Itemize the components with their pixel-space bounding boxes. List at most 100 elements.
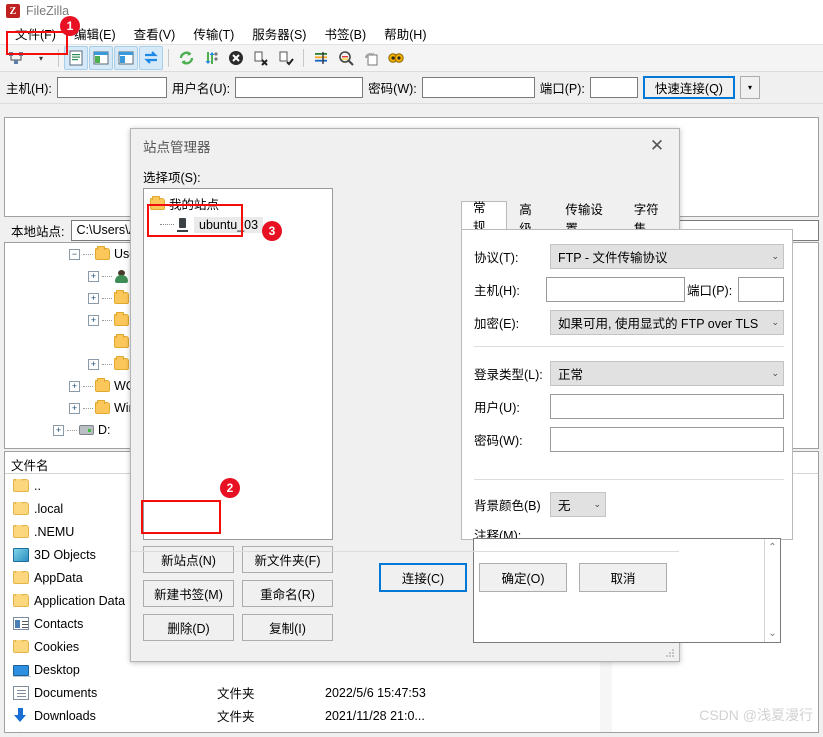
toolbar-separator-2 <box>168 49 169 67</box>
expand-icon[interactable]: + <box>88 292 99 304</box>
folder-icon <box>114 290 129 304</box>
logon-type-select[interactable]: 正常 ⌄ <box>550 361 784 386</box>
scroll-down-icon[interactable]: ⌄ <box>765 628 780 639</box>
site-tree-item-my-sites[interactable]: 我的站点 <box>150 193 332 214</box>
folder-icon <box>114 334 129 348</box>
quick-connect-button[interactable]: 快速连接(Q) <box>642 76 735 99</box>
toggle-remote-tree-icon[interactable] <box>114 46 138 70</box>
tab-transfer-settings[interactable]: 传输设置 <box>553 203 622 236</box>
find-files-icon[interactable] <box>384 46 408 70</box>
file-name-label: Documents <box>34 685 98 700</box>
expand-icon[interactable]: + <box>88 358 99 370</box>
downloads-icon <box>13 708 29 723</box>
expand-icon[interactable]: + <box>53 424 64 436</box>
expand-icon[interactable]: + <box>69 402 80 414</box>
chevron-down-icon: ⌄ <box>593 499 601 509</box>
resize-grip-icon[interactable] <box>665 648 675 658</box>
tab-charset[interactable]: 字符集 <box>621 203 679 236</box>
quickconnect-password-input[interactable] <box>421 77 535 98</box>
scroll-up-icon[interactable]: ⌃ <box>765 542 780 553</box>
encryption-select[interactable]: 如果可用, 使用显式的 FTP over TLS ⌄ <box>550 310 784 335</box>
tree-line <box>67 429 77 431</box>
user-input[interactable] <box>550 394 784 419</box>
password-input[interactable] <box>550 427 784 452</box>
menu-item-server[interactable]: 服务器(S) <box>243 22 315 45</box>
file-row[interactable]: Documents 文件夹 2022/5/6 15:47:53 <box>5 681 818 704</box>
quickconnect-host-input[interactable] <box>56 77 167 98</box>
cancel-icon[interactable] <box>224 46 248 70</box>
comments-scrollbar[interactable]: ⌃ ⌄ <box>764 539 780 642</box>
rename-button[interactable]: 重命名(R) <box>242 580 333 607</box>
window-title: FileZilla <box>26 4 70 18</box>
site-tree-item-label: ubuntu_03 <box>194 216 264 233</box>
menu-item-file[interactable]: 文件(F) <box>6 22 65 45</box>
new-bookmark-button[interactable]: 新建书签(M) <box>143 580 234 607</box>
sync-browsing-icon[interactable] <box>359 46 383 70</box>
filezilla-logo-icon: Z <box>6 4 20 18</box>
file-name-label: Application Data <box>34 593 126 608</box>
port-input[interactable] <box>738 277 784 302</box>
expand-icon[interactable]: + <box>88 314 99 326</box>
folder-icon <box>95 400 110 414</box>
file-name-cell: Desktop <box>5 663 195 677</box>
file-type-cell: 文件夹 <box>195 729 325 732</box>
site-manager-icon[interactable] <box>4 46 28 70</box>
file-row[interactable]: ★ Favorites 文件夹 2021/11/15 14:3... <box>5 727 818 733</box>
select-entry-label: 选择项(S): <box>143 171 201 185</box>
file-date-cell: 2021/11/15 14:3... <box>325 732 505 733</box>
menu-item-view[interactable]: 查看(V) <box>125 22 185 45</box>
watermark: CSDN @浅夏漫行 <box>699 707 813 723</box>
menu-item-help[interactable]: 帮助(H) <box>375 22 435 45</box>
tab-advanced[interactable]: 高级 <box>507 203 554 236</box>
folder-icon <box>13 478 29 492</box>
file-name-label: Cookies <box>34 639 80 654</box>
background-color-select[interactable]: 无 ⌄ <box>550 492 606 517</box>
duplicate-button[interactable]: 复制(I) <box>242 614 333 641</box>
file-name-label: AppData <box>34 570 83 585</box>
file-row[interactable]: Downloads 文件夹 2021/11/28 21:0... <box>5 704 818 727</box>
host-input[interactable] <box>546 277 685 302</box>
user-icon <box>114 269 129 283</box>
disconnect-icon[interactable] <box>249 46 273 70</box>
menu-item-bookmarks[interactable]: 书签(B) <box>315 22 375 45</box>
toggle-message-log-icon[interactable] <box>64 46 88 70</box>
quickconnect-port-input[interactable] <box>589 77 638 98</box>
cancel-button[interactable]: 取消 <box>579 563 667 592</box>
chevron-down-icon: ⌄ <box>771 251 779 261</box>
expand-icon[interactable]: + <box>69 380 80 392</box>
process-queue-icon[interactable] <box>199 46 223 70</box>
toolbar-separator-3 <box>303 49 304 67</box>
desktop-icon <box>13 665 31 677</box>
toggle-local-tree-icon[interactable] <box>89 46 113 70</box>
quick-connect-bar: 主机(H): 用户名(U): 密码(W): 端口(P): 快速连接(Q) ▾ <box>0 72 823 104</box>
quick-connect-dropdown-caret-icon[interactable]: ▾ <box>739 76 760 99</box>
tab-general[interactable]: 常规 <box>461 201 508 234</box>
compare-directories-icon[interactable] <box>334 46 358 70</box>
menu-item-transfer[interactable]: 传输(T) <box>184 22 243 45</box>
folder-icon <box>13 593 29 607</box>
delete-button[interactable]: 删除(D) <box>143 614 234 641</box>
site-tree-item-ubuntu-03[interactable]: ubuntu_03 <box>150 214 332 235</box>
reconnect-icon[interactable] <box>274 46 298 70</box>
collapse-icon[interactable]: − <box>69 248 80 260</box>
file-name-label: Contacts <box>34 616 84 631</box>
close-icon[interactable]: ✕ <box>635 129 679 163</box>
filter-icon[interactable] <box>309 46 333 70</box>
protocol-select[interactable]: FTP - 文件传输协议 ⌄ <box>550 244 784 269</box>
tree-line <box>83 253 93 255</box>
site-manager-dropdown-caret-icon[interactable]: ▾ <box>29 46 53 70</box>
file-name-label: Favorites <box>34 732 85 733</box>
expand-icon[interactable]: + <box>88 270 99 282</box>
folder-icon <box>13 570 29 584</box>
connect-button[interactable]: 连接(C) <box>379 563 467 592</box>
refresh-icon[interactable] <box>174 46 198 70</box>
annotation-marker-1: 1 <box>60 16 80 36</box>
protocol-label: 协议(T): <box>474 251 519 265</box>
site-action-buttons-row-2: 新建书签(M) 重命名(R) <box>143 580 333 607</box>
quickconnect-password-label: 密码(W): <box>368 82 417 96</box>
quickconnect-username-input[interactable] <box>235 77 364 98</box>
port-label: 端口(P): <box>687 284 733 298</box>
ok-button[interactable]: 确定(O) <box>479 563 567 592</box>
toggle-transfer-queue-icon[interactable] <box>139 46 163 70</box>
local-site-label: 本地站点: <box>4 217 72 243</box>
